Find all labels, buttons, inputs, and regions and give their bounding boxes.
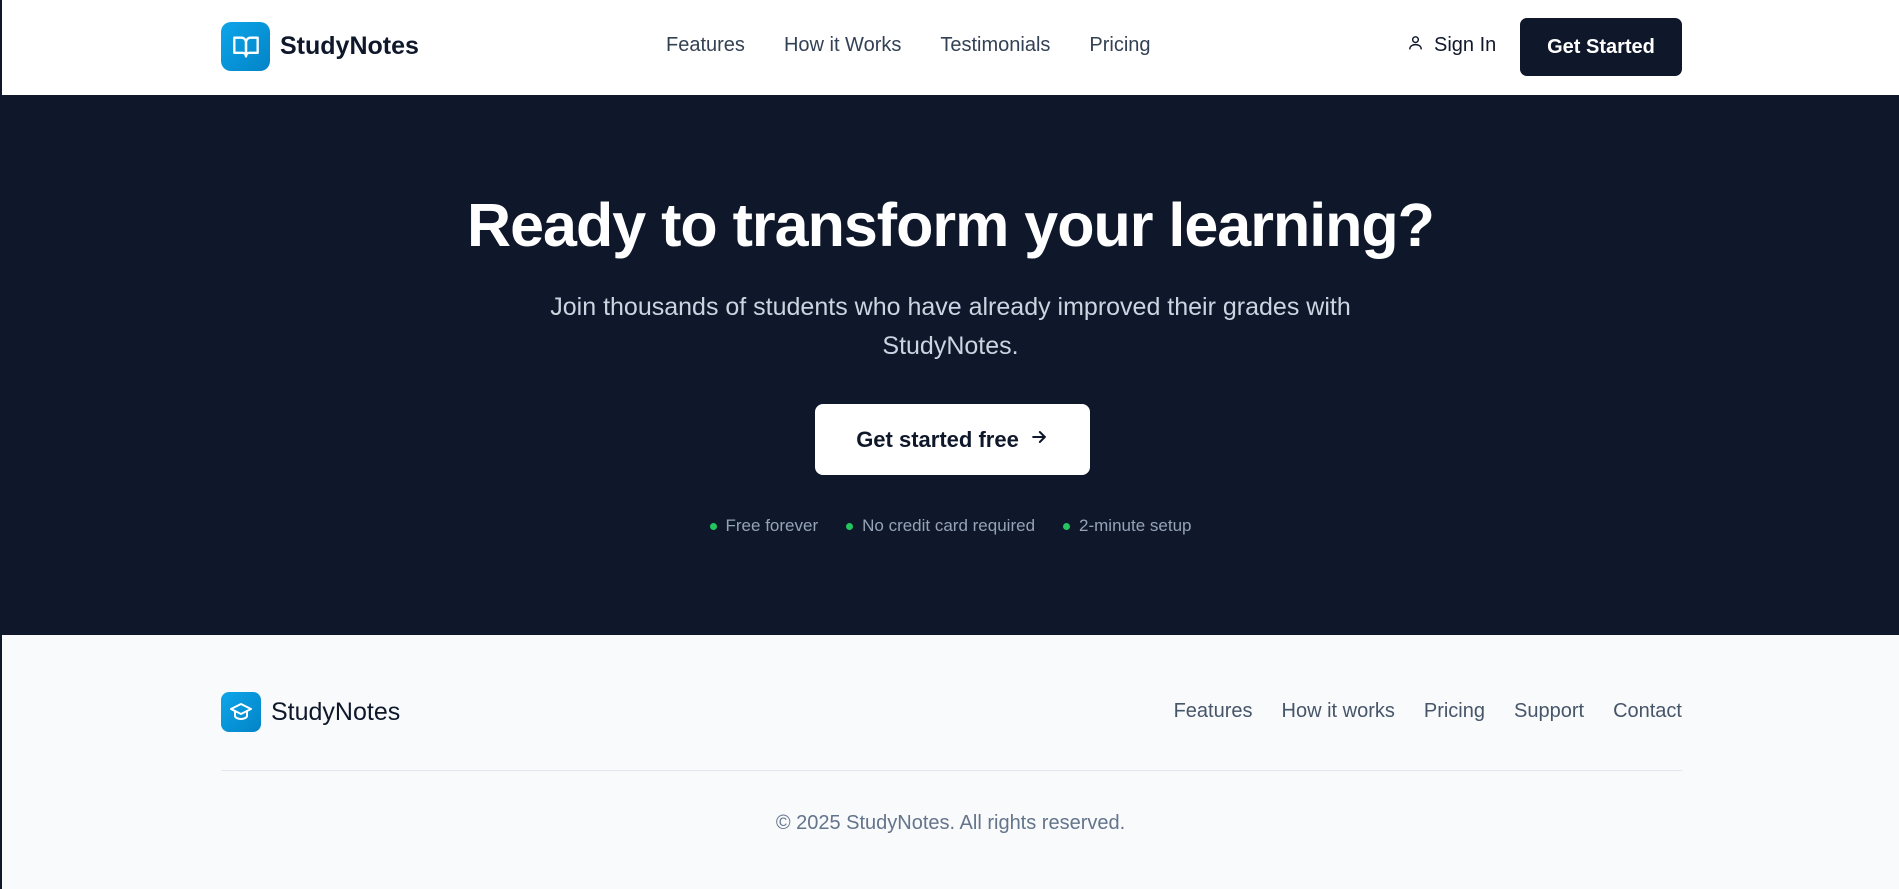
perk-list: Free forever No credit card required 2-m…	[2, 516, 1899, 536]
nav-features[interactable]: Features	[666, 34, 745, 57]
copyright-text: © 2025 StudyNotes. All rights reserved.	[775, 812, 1126, 834]
site-header: StudyNotes Features How it Works Testimo…	[2, 0, 1899, 95]
footer-nav: Features How it works Pricing Support Co…	[1174, 700, 1682, 723]
nav-pricing[interactable]: Pricing	[1089, 34, 1150, 57]
nav-testimonials[interactable]: Testimonials	[940, 34, 1050, 57]
perk-label: No credit card required	[862, 516, 1036, 535]
open-book-icon	[221, 22, 270, 71]
footer-divider	[221, 770, 1682, 771]
bullet-dot-icon	[709, 522, 717, 530]
graduation-cap-icon	[221, 692, 261, 732]
site-footer: StudyNotes Features How it works Pricing…	[2, 635, 1899, 889]
brand-name: StudyNotes	[280, 32, 419, 60]
hero-subtitle: Join thousands of students who have alre…	[550, 293, 1351, 360]
footer-brand[interactable]: StudyNotes	[221, 692, 400, 732]
perk-label: Free forever	[725, 516, 819, 535]
bullet-dot-icon	[1063, 522, 1071, 530]
arrow-right-icon	[1029, 427, 1049, 453]
sign-in-label: Sign In	[1434, 34, 1497, 56]
footer-link-pricing[interactable]: Pricing	[1424, 700, 1485, 723]
footer-brand-name: StudyNotes	[271, 697, 401, 726]
user-icon	[1407, 34, 1424, 57]
get-started-button[interactable]: Get Started	[1520, 18, 1682, 76]
perk-item: 2-minute setup	[1063, 516, 1191, 536]
nav-how-it-works[interactable]: How it Works	[784, 34, 901, 57]
get-started-free-button[interactable]: Get started free	[815, 404, 1090, 475]
cta-section: Ready to transform your learning? Join t…	[2, 95, 1899, 635]
footer-link-how-it-works[interactable]: How it works	[1282, 700, 1395, 723]
main-nav: Features How it Works Testimonials Prici…	[666, 34, 1151, 57]
page: StudyNotes Features How it Works Testimo…	[0, 0, 1899, 889]
footer-link-features[interactable]: Features	[1174, 700, 1253, 723]
perk-label: 2-minute setup	[1079, 516, 1192, 535]
brand-link[interactable]: StudyNotes	[221, 22, 419, 71]
footer-link-support[interactable]: Support	[1514, 700, 1584, 723]
hero-title: Ready to transform your learning?	[467, 191, 1435, 259]
footer-link-contact[interactable]: Contact	[1613, 700, 1682, 723]
bullet-dot-icon	[846, 522, 854, 530]
perk-item: No credit card required	[846, 516, 1035, 536]
sign-in-link[interactable]: Sign In	[1407, 34, 1496, 57]
perk-item: Free forever	[709, 516, 819, 536]
cta-label: Get started free	[856, 426, 1019, 452]
